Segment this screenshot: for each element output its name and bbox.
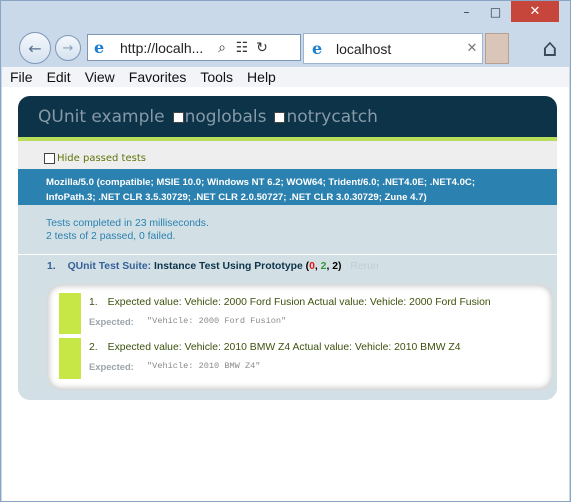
- refresh-icon[interactable]: ↻: [252, 40, 272, 56]
- notrycatch-checkbox[interactable]: [274, 112, 286, 123]
- address-bar[interactable]: e http://localh... ⌕ ☷ ↻: [87, 34, 301, 61]
- qunit-header: QUnit example noglobals notrycatch: [18, 96, 557, 141]
- test-number: 1.: [47, 261, 56, 272]
- pass-indicator: [59, 293, 81, 334]
- menu-tools[interactable]: Tools: [200, 69, 233, 85]
- expected-label: Expected:: [89, 361, 134, 372]
- compatibility-view-icon[interactable]: ☷: [232, 40, 252, 56]
- tests-passed-text: 2 tests of 2 passed, 0 failed.: [46, 231, 176, 242]
- assertion-list: 1. Expected value: Vehicle: 2000 Ford Fus…: [47, 284, 553, 390]
- menu-help[interactable]: Help: [247, 69, 276, 85]
- maximize-button[interactable]: □: [482, 1, 509, 22]
- new-tab-button[interactable]: [485, 33, 509, 64]
- page-title[interactable]: QUnit example: [38, 107, 165, 127]
- assertion-item: 2. Expected value: Vehicle: 2010 BMW Z4 A…: [59, 338, 539, 379]
- menu-favorites[interactable]: Favorites: [129, 69, 187, 85]
- ie-logo-icon: e: [94, 37, 105, 57]
- minimize-button[interactable]: –: [453, 1, 480, 22]
- back-button[interactable]: ←: [19, 32, 51, 64]
- test-header[interactable]: 1. QUnit Test Suite: Instance Test Using…: [47, 261, 379, 272]
- noglobals-checkbox[interactable]: [172, 112, 184, 123]
- qunit-container: QUnit example noglobals notrycatch Hide …: [18, 96, 557, 400]
- user-agent-line: InfoPath.3; .NET CLR 3.5.30729; .NET CLR…: [46, 192, 427, 203]
- assertion-number: 2.: [89, 342, 98, 353]
- test-item: 1. QUnit Test Suite: Instance Test Using…: [18, 255, 557, 394]
- user-agent-line: Mozilla/5.0 (compatible; MSIE 10.0; Wind…: [46, 177, 476, 188]
- back-arrow-icon: ←: [28, 38, 42, 58]
- pass-indicator: [59, 338, 81, 379]
- test-count-close: ): [338, 261, 342, 272]
- page-viewport: QUnit example noglobals notrycatch Hide …: [2, 87, 569, 501]
- test-results-summary: Tests completed in 23 milliseconds. 2 te…: [18, 205, 557, 255]
- expected-value: "Vehicle: 2010 BMW Z4": [147, 361, 261, 371]
- browser-window: – □ ✕ ← → e http://localh... ⌕ ☷ ↻ e loc…: [0, 0, 571, 502]
- title-bar: – □ ✕: [1, 1, 570, 31]
- hide-passed-checkbox[interactable]: [44, 153, 55, 164]
- menu-bar: File Edit View Favorites Tools Help: [2, 67, 569, 87]
- menu-view[interactable]: View: [85, 69, 115, 85]
- url-text[interactable]: http://localh...: [120, 40, 212, 56]
- rerun-link[interactable]: Rerun: [350, 261, 378, 272]
- navigation-bar: ← → e http://localh... ⌕ ☷ ↻ e localhost…: [1, 29, 570, 67]
- forward-arrow-icon: →: [62, 40, 74, 56]
- menu-edit[interactable]: Edit: [47, 69, 71, 85]
- home-icon[interactable]: ⌂: [535, 33, 565, 63]
- user-agent-banner: Mozilla/5.0 (compatible; MSIE 10.0; Wind…: [18, 169, 557, 205]
- test-name: Instance Test Using Prototype: [153, 261, 303, 272]
- assertion-message: 1. Expected value: Vehicle: 2000 Ford Fus…: [89, 297, 491, 308]
- expected-label: Expected:: [89, 316, 134, 327]
- close-window-button[interactable]: ✕: [511, 1, 559, 22]
- notrycatch-label[interactable]: notrycatch: [286, 107, 377, 127]
- close-tab-icon[interactable]: ✕: [462, 41, 482, 56]
- noglobals-label[interactable]: noglobals: [185, 107, 267, 127]
- qunit-toolbar: Hide passed tests: [18, 141, 557, 169]
- assertion-number: 1.: [89, 297, 98, 308]
- assertion-text: Expected value: Vehicle: 2010 BMW Z4 Act…: [107, 342, 461, 353]
- hide-passed-label[interactable]: Hide passed tests: [57, 153, 146, 164]
- assertion-text: Expected value: Vehicle: 2000 Ford Fusio…: [107, 297, 491, 308]
- expected-value: "Vehicle: 2000 Ford Fusion": [147, 316, 287, 326]
- assertion-message: 2. Expected value: Vehicle: 2010 BMW Z4 A…: [89, 342, 461, 353]
- test-module-name: QUnit Test Suite:: [67, 261, 152, 272]
- tab-localhost[interactable]: e localhost ✕: [303, 33, 483, 64]
- tab-title: localhost: [336, 40, 392, 57]
- search-icon[interactable]: ⌕: [212, 40, 232, 56]
- menu-file[interactable]: File: [10, 69, 33, 85]
- forward-button[interactable]: →: [55, 35, 81, 61]
- ie-logo-icon: e: [312, 39, 323, 58]
- assertion-item: 1. Expected value: Vehicle: 2000 Ford Fus…: [59, 293, 539, 334]
- tests-completed-text: Tests completed in 23 milliseconds.: [46, 218, 209, 229]
